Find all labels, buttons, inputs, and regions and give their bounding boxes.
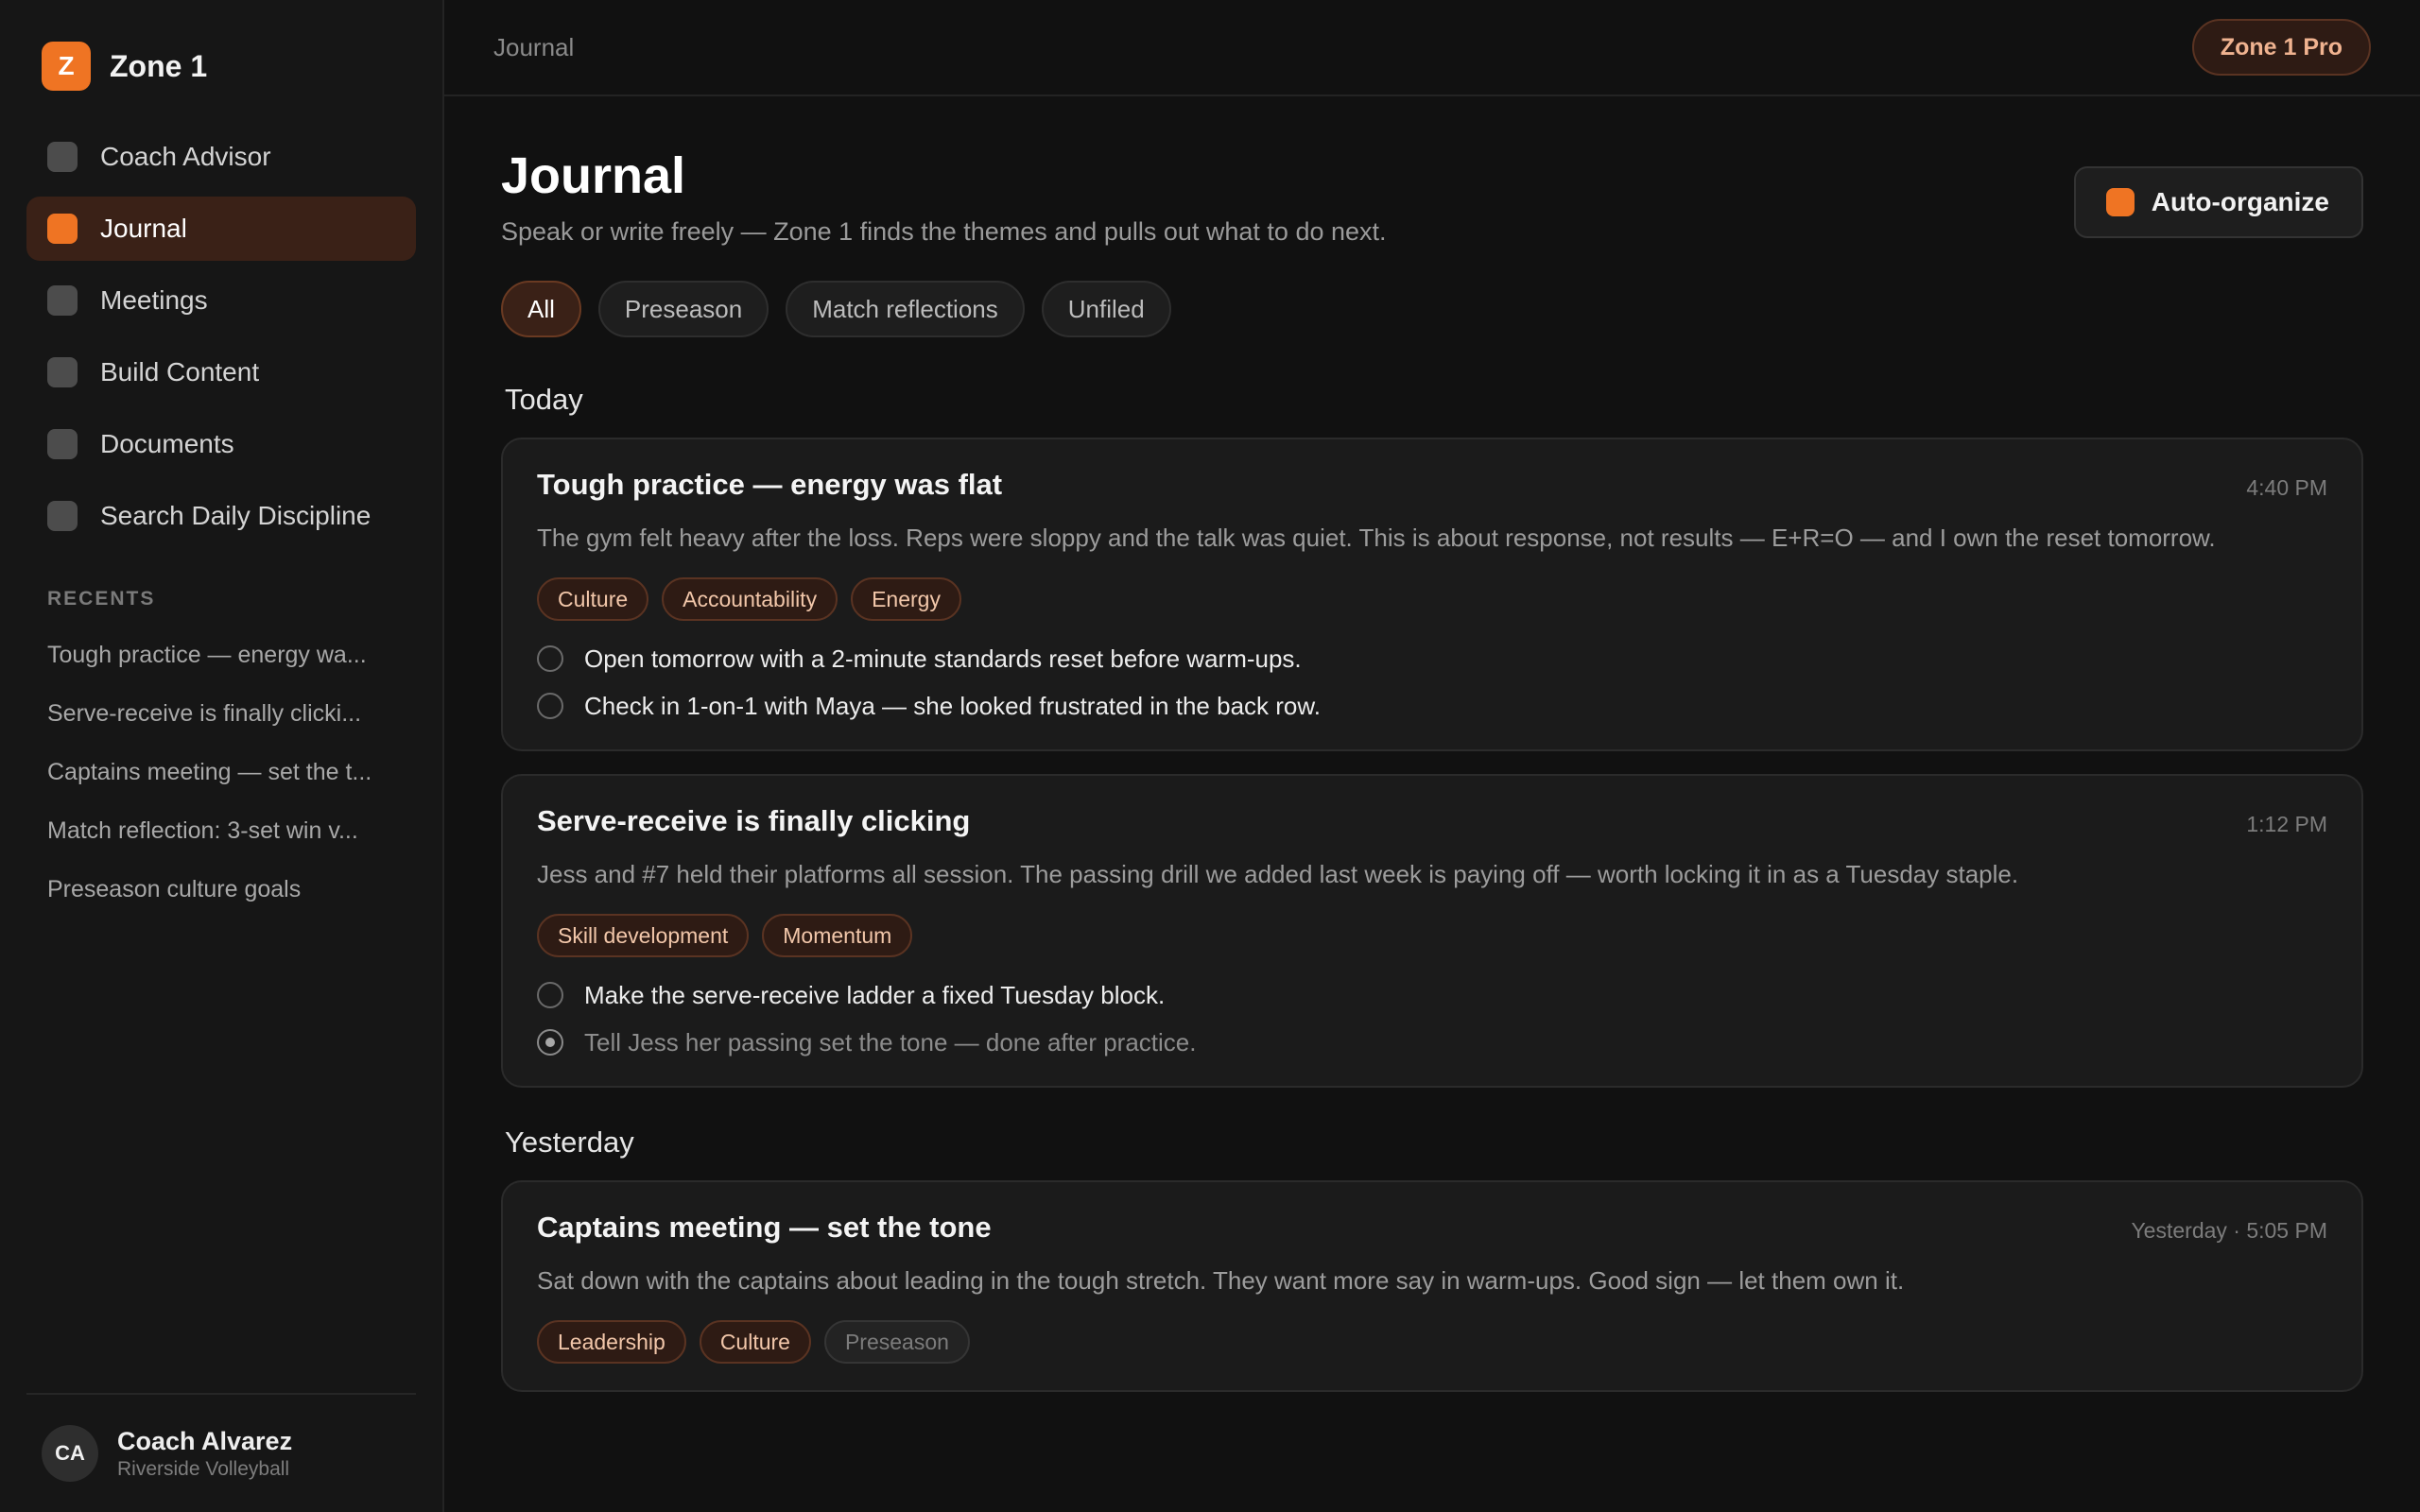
meetings-icon: [47, 285, 78, 316]
search-daily-discipline-icon: [47, 501, 78, 531]
sidebar-nav: Coach Advisor Journal Meetings Build Con…: [26, 125, 416, 548]
brand-name: Zone 1: [110, 48, 208, 83]
user-profile[interactable]: CA Coach Alvarez Riverside Volleyball: [26, 1393, 416, 1512]
sidebar-item-label: Coach Advisor: [100, 142, 271, 171]
pro-badge[interactable]: Zone 1 Pro: [2191, 19, 2371, 76]
entry-time: 1:12 PM: [2246, 812, 2327, 836]
entry-time: 4:40 PM: [2246, 475, 2327, 500]
sidebar-item-search-daily-discipline[interactable]: Search Daily Discipline: [26, 484, 416, 548]
action-item: Check in 1-on-1 with Maya — she looked f…: [537, 689, 2327, 723]
entry-body: Jess and #7 held their platforms all ses…: [537, 860, 2019, 888]
recent-item[interactable]: Match reflection: 3-set win v...: [26, 801, 416, 860]
sidebar-item-label: Journal: [100, 214, 187, 243]
action-item-text: Make the serve-receive ladder a fixed Tu…: [584, 980, 1166, 1009]
action-item-text: Check in 1-on-1 with Maya — she looked f…: [584, 691, 1321, 720]
main-content: Journal Zone 1 Pro Journal Speak or writ…: [444, 0, 2420, 1512]
journal-entry-card[interactable]: Serve-receive is finally clicking 1:12 P…: [501, 774, 2363, 1088]
tag-badge[interactable]: Culture: [699, 1320, 811, 1364]
app-window: Z Zone 1 Coach Advisor Journal Meetings …: [0, 0, 2420, 1512]
recent-item[interactable]: Tough practice — energy wa...: [26, 626, 416, 684]
brand[interactable]: Z Zone 1: [42, 42, 416, 91]
documents-icon: [47, 429, 78, 459]
coach-advisor-icon: [47, 142, 78, 172]
sidebar-item-label: Documents: [100, 429, 234, 458]
action-item-done: Tell Jess her passing set the tone — don…: [537, 1025, 2327, 1059]
breadcrumb: Journal: [493, 32, 575, 61]
checkbox-circle[interactable]: [537, 645, 563, 672]
entry-body: Sat down with the captains about leading…: [537, 1266, 1905, 1295]
brand-logo: Z: [42, 42, 91, 91]
build-content-icon: [47, 357, 78, 387]
auto-organize-button[interactable]: Auto-organize: [2073, 166, 2363, 238]
sidebar-item-label: Meetings: [100, 285, 208, 315]
journal-entry-card[interactable]: Captains meeting — set the tone Yesterda…: [501, 1180, 2363, 1392]
tag-badge[interactable]: Culture: [537, 577, 649, 621]
journal-icon: [47, 214, 78, 244]
tag-badge[interactable]: Energy: [851, 577, 961, 621]
filter-match-reflections[interactable]: Match reflections: [786, 281, 1025, 337]
entry-body: The gym felt heavy after the loss. Reps …: [537, 524, 2216, 552]
auto-organize-icon: [2105, 188, 2135, 216]
recent-item[interactable]: Captains meeting — set the t...: [26, 743, 416, 801]
action-items: Open tomorrow with a 2-minute standards …: [537, 642, 2327, 723]
action-item: Make the serve-receive ladder a fixed Tu…: [537, 978, 2327, 1012]
action-item-text: Tell Jess her passing set the tone — don…: [584, 1027, 1197, 1057]
tag-badge[interactable]: Momentum: [762, 914, 913, 957]
journal-page: Journal Speak or write freely — Zone 1 f…: [444, 96, 2420, 1392]
entry-time: Yesterday · 5:05 PM: [2131, 1218, 2327, 1243]
entry-title: Serve-receive is finally clicking: [537, 804, 971, 837]
tag-badge[interactable]: Preseason: [823, 1320, 970, 1364]
entry-title: Tough practice — energy was flat: [537, 468, 1003, 501]
filter-bar: All Preseason Match reflections Unfiled: [501, 281, 2363, 337]
checkbox-circle[interactable]: [537, 693, 563, 719]
entry-tags: Culture Accountability Energy: [537, 577, 2327, 621]
action-items: Make the serve-receive ladder a fixed Tu…: [537, 978, 2327, 1059]
sidebar-item-meetings[interactable]: Meetings: [26, 268, 416, 333]
tag-badge[interactable]: Accountability: [662, 577, 838, 621]
sidebar: Z Zone 1 Coach Advisor Journal Meetings …: [0, 0, 444, 1512]
user-name: Coach Alvarez: [117, 1426, 293, 1455]
recent-item[interactable]: Serve-receive is finally clicki...: [26, 684, 416, 743]
checkbox-circle-checked[interactable]: [537, 1029, 563, 1056]
action-item: Open tomorrow with a 2-minute standards …: [537, 642, 2327, 676]
section-today: Today: [505, 383, 583, 416]
sidebar-item-journal[interactable]: Journal: [26, 197, 416, 261]
sidebar-item-coach-advisor[interactable]: Coach Advisor: [26, 125, 416, 189]
sidebar-item-build-content[interactable]: Build Content: [26, 340, 416, 404]
auto-organize-label: Auto-organize: [2151, 187, 2329, 216]
filter-unfiled[interactable]: Unfiled: [1041, 281, 1171, 337]
filter-all[interactable]: All: [501, 281, 581, 337]
sidebar-item-label: Build Content: [100, 357, 260, 387]
recents-list: Tough practice — energy wa... Serve-rece…: [26, 626, 416, 919]
recent-item[interactable]: Preseason culture goals: [26, 860, 416, 919]
entry-tags: Leadership Culture Preseason: [537, 1320, 2327, 1364]
sidebar-item-documents[interactable]: Documents: [26, 412, 416, 476]
sidebar-item-label: Search Daily Discipline: [100, 501, 372, 530]
user-info: Coach Alvarez Riverside Volleyball: [117, 1427, 292, 1481]
entry-title: Captains meeting — set the tone: [537, 1211, 992, 1244]
tag-badge[interactable]: Leadership: [537, 1320, 686, 1364]
avatar: CA: [42, 1425, 98, 1482]
entry-tags: Skill development Momentum: [537, 914, 2327, 957]
user-team: Riverside Volleyball: [117, 1457, 290, 1480]
checkbox-circle[interactable]: [537, 982, 563, 1008]
journal-entry-card[interactable]: Tough practice — energy was flat 4:40 PM…: [501, 438, 2363, 751]
topbar: Journal Zone 1 Pro: [444, 0, 2420, 96]
recents-heading: RECENTS: [47, 588, 156, 610]
action-item-text: Open tomorrow with a 2-minute standards …: [584, 644, 1302, 673]
filter-preseason[interactable]: Preseason: [597, 281, 769, 337]
section-yesterday: Yesterday: [505, 1125, 634, 1159]
tag-badge[interactable]: Skill development: [537, 914, 750, 957]
